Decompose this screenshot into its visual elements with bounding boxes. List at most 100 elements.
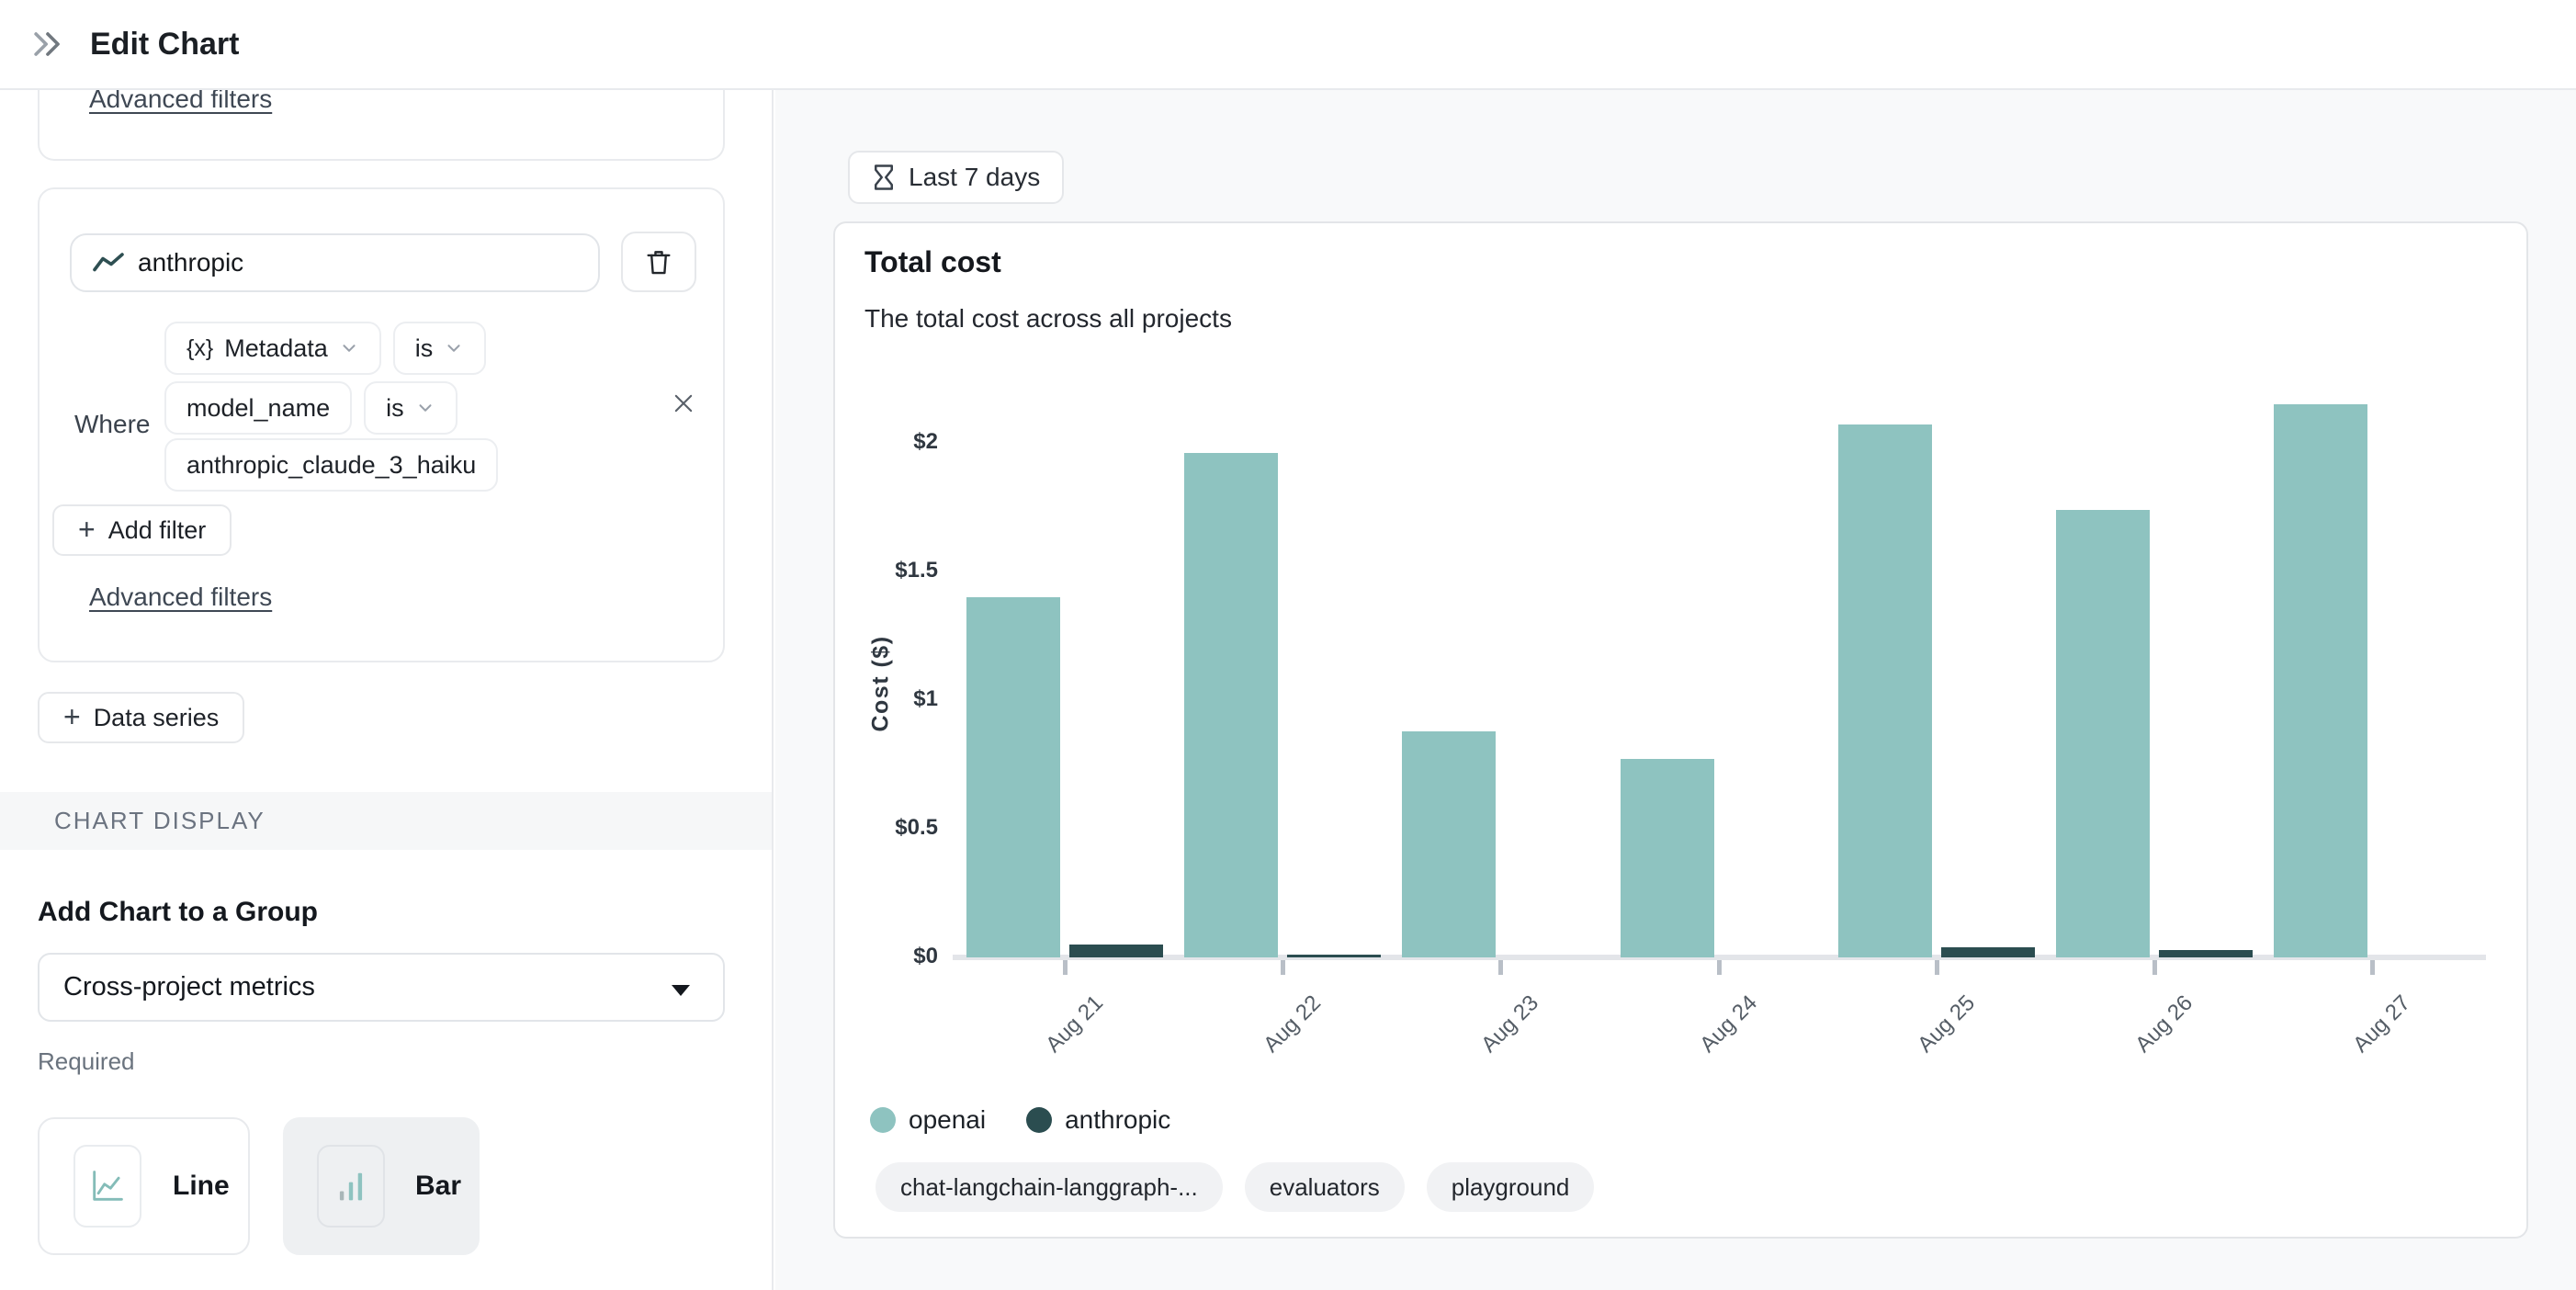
chevron-down-icon bbox=[415, 398, 435, 418]
plus-icon: + bbox=[63, 702, 81, 731]
braces-x-icon: {x} bbox=[186, 335, 213, 362]
chart-type-line-card[interactable]: Line bbox=[38, 1117, 250, 1255]
legend-label-openai: openai bbox=[909, 1105, 986, 1135]
project-tag-2[interactable]: playground bbox=[1427, 1162, 1595, 1212]
chart-card: Total cost The total cost across all pro… bbox=[833, 221, 2528, 1239]
y-tick-label: $0.5 bbox=[837, 815, 938, 841]
bar-openai-aug-23[interactable] bbox=[1402, 731, 1496, 957]
bar-anthropic-aug-21[interactable] bbox=[1069, 945, 1163, 957]
project-tags: chat-langchain-langgraph-... evaluators pl… bbox=[876, 1162, 1594, 1212]
series-line-icon bbox=[92, 251, 125, 275]
group-select-value: Cross-project metrics bbox=[63, 972, 315, 1002]
chart-display-section-header: CHART DISPLAY bbox=[0, 792, 772, 850]
bar-openai-aug-22[interactable] bbox=[1184, 453, 1278, 957]
filter-field-dropdown[interactable]: {x} Metadata bbox=[164, 322, 381, 375]
series-panel: Where {x} Metadata is model_name is bbox=[38, 187, 725, 662]
remove-filter-button[interactable] bbox=[668, 388, 699, 419]
group-select[interactable]: Cross-project metrics bbox=[38, 953, 725, 1022]
bar-openai-aug-24[interactable] bbox=[1621, 759, 1714, 957]
add-chart-to-group-heading: Add Chart to a Group bbox=[38, 897, 318, 928]
x-axis-label: Aug 22 bbox=[1259, 990, 1327, 1058]
filter-key-chip[interactable]: model_name bbox=[164, 381, 352, 435]
filter-operator-dropdown-2[interactable]: is bbox=[364, 381, 458, 435]
x-axis-tick bbox=[1063, 960, 1068, 975]
advanced-filters-link-top[interactable]: Advanced filters bbox=[89, 90, 272, 114]
chart-subtitle: The total cost across all projects bbox=[864, 304, 1232, 334]
chart-type-bar-card-selected[interactable]: Bar bbox=[283, 1117, 480, 1255]
legend-dot-anthropic bbox=[1026, 1107, 1052, 1133]
y-tick-label: $0 bbox=[837, 944, 938, 969]
filter-value-label: anthropic_claude_3_haiku bbox=[186, 451, 476, 480]
bar-openai-aug-25[interactable] bbox=[1838, 424, 1932, 957]
project-tag-0[interactable]: chat-langchain-langgraph-... bbox=[876, 1162, 1223, 1212]
trash-icon bbox=[643, 246, 674, 277]
y-tick-label: $1.5 bbox=[837, 558, 938, 583]
line-chart-iconbox bbox=[73, 1145, 141, 1228]
chevron-down-icon bbox=[444, 338, 464, 358]
bar-anthropic-aug-22[interactable] bbox=[1287, 955, 1381, 957]
time-range-label: Last 7 days bbox=[909, 163, 1040, 192]
top-header: Edit Chart bbox=[0, 0, 2576, 90]
page-title: Edit Chart bbox=[90, 27, 239, 62]
where-label: Where bbox=[74, 410, 150, 439]
hourglass-icon bbox=[872, 164, 896, 191]
line-chart-icon bbox=[87, 1166, 128, 1206]
plus-icon: + bbox=[78, 515, 96, 544]
x-axis-label: Aug 25 bbox=[1913, 990, 1981, 1058]
first-series-panel-clipped: Advanced filters bbox=[38, 90, 725, 161]
bar-card-label: Bar bbox=[415, 1171, 461, 1202]
x-axis-tick bbox=[1498, 960, 1503, 975]
y-tick-label: $2 bbox=[837, 429, 938, 455]
legend-item-anthropic[interactable]: anthropic bbox=[1026, 1105, 1170, 1135]
select-caret-icon bbox=[672, 985, 690, 996]
legend-dot-openai bbox=[870, 1107, 896, 1133]
filter-operator-label-2: is bbox=[386, 394, 404, 423]
chart-display-label: CHART DISPLAY bbox=[54, 807, 266, 835]
y-tick-label: $1 bbox=[837, 686, 938, 712]
x-axis-label: Aug 24 bbox=[1695, 990, 1763, 1058]
delete-series-button[interactable] bbox=[621, 232, 696, 292]
series-name-input[interactable] bbox=[138, 248, 542, 277]
x-axis-tick bbox=[1935, 960, 1939, 975]
add-data-series-label: Data series bbox=[94, 704, 220, 732]
x-axis-tick bbox=[2152, 960, 2157, 975]
filter-value-chip[interactable]: anthropic_claude_3_haiku bbox=[164, 438, 498, 492]
x-axis-label: Aug 26 bbox=[2130, 990, 2198, 1058]
legend-item-openai[interactable]: openai bbox=[870, 1105, 986, 1135]
bar-openai-aug-21[interactable] bbox=[966, 597, 1060, 957]
y-axis-title: Cost ($) bbox=[868, 635, 895, 731]
filter-operator-label-1: is bbox=[415, 334, 434, 363]
filter-operator-dropdown-1[interactable]: is bbox=[393, 322, 487, 375]
bar-chart-iconbox bbox=[317, 1145, 385, 1228]
bar-openai-aug-27[interactable] bbox=[2274, 404, 2367, 957]
x-axis-label: Aug 23 bbox=[1476, 990, 1544, 1058]
add-filter-label: Add filter bbox=[108, 516, 207, 545]
line-card-label: Line bbox=[173, 1171, 230, 1202]
filter-field-label: Metadata bbox=[224, 334, 328, 363]
plot-area: Cost ($) $0$0.5$1$1.5$2Aug 21Aug 22Aug 2… bbox=[953, 388, 2486, 957]
x-axis-label: Aug 21 bbox=[1041, 990, 1109, 1058]
chart-title: Total cost bbox=[864, 245, 1001, 279]
bar-openai-aug-26[interactable] bbox=[2056, 510, 2150, 957]
close-icon bbox=[671, 390, 696, 416]
advanced-filters-link[interactable]: Advanced filters bbox=[89, 583, 272, 612]
project-tag-1[interactable]: evaluators bbox=[1245, 1162, 1405, 1212]
chevron-down-icon bbox=[339, 338, 359, 358]
x-axis-tick bbox=[2370, 960, 2375, 975]
bar-chart-icon bbox=[331, 1166, 371, 1206]
chart-legend: openai anthropic bbox=[870, 1105, 1170, 1135]
legend-label-anthropic: anthropic bbox=[1065, 1105, 1170, 1135]
collapse-panel-icon[interactable] bbox=[28, 24, 68, 64]
time-range-button[interactable]: Last 7 days bbox=[848, 151, 1064, 204]
required-helper-text: Required bbox=[38, 1047, 135, 1076]
add-filter-button[interactable]: + Add filter bbox=[52, 504, 232, 556]
chart-preview-area: Last 7 days Total cost The total cost ac… bbox=[775, 90, 2576, 1290]
x-axis-tick bbox=[1281, 960, 1285, 975]
x-axis-label: Aug 27 bbox=[2348, 990, 2416, 1058]
bar-anthropic-aug-25[interactable] bbox=[1941, 947, 2035, 957]
series-name-field[interactable] bbox=[70, 233, 600, 292]
bar-anthropic-aug-26[interactable] bbox=[2159, 950, 2253, 957]
x-axis-tick bbox=[1717, 960, 1722, 975]
add-data-series-button[interactable]: + Data series bbox=[38, 692, 244, 743]
filter-key-label: model_name bbox=[186, 394, 330, 423]
